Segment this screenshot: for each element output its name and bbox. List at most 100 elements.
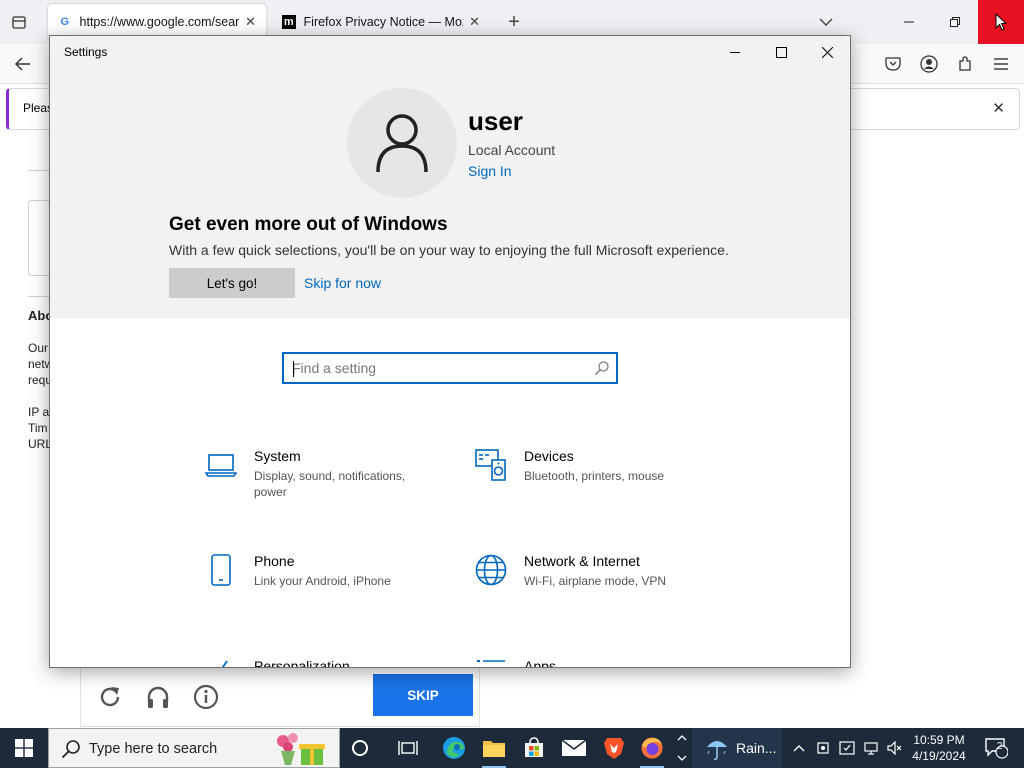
action-center-button[interactable]: 2 [976, 728, 1016, 768]
brush-icon [204, 658, 238, 667]
category-personalization[interactable]: Personalization [204, 658, 444, 668]
notification-icon [985, 738, 1008, 759]
phone-icon [204, 553, 238, 587]
category-system[interactable]: System Display, sound, notifications, po… [204, 448, 444, 508]
search-icon [594, 360, 610, 381]
account-banner: user Local Account Sign In Get even more… [50, 68, 850, 318]
user-icon [376, 114, 428, 173]
captcha-skip-button[interactable]: SKIP [373, 674, 473, 716]
menu-icon[interactable] [990, 54, 1012, 74]
promo-subtitle: With a few quick selections, you'll be o… [169, 242, 729, 258]
cortana-icon[interactable] [340, 728, 380, 768]
umbrella-rain-icon [707, 741, 727, 761]
microsoft-store-icon[interactable] [514, 728, 554, 768]
brave-icon[interactable] [594, 728, 634, 768]
tab-list-icon[interactable] [8, 12, 30, 32]
devices-icon [474, 448, 508, 482]
task-view-icon[interactable] [388, 728, 428, 768]
network-tray-icon[interactable] [860, 728, 882, 768]
body-text: IP a [28, 405, 50, 419]
file-explorer-icon[interactable] [474, 728, 514, 768]
captcha-controls: SKIP [80, 667, 480, 727]
lets-go-button[interactable]: Let's go! [169, 268, 295, 298]
category-title: Apps [524, 658, 556, 668]
account-username: user [468, 106, 523, 136]
mozilla-favicon-icon: m [282, 15, 296, 29]
laptop-icon [204, 448, 238, 482]
body-text: Tim [28, 421, 48, 435]
minimize-button[interactable] [712, 36, 758, 68]
browser-minimize-button[interactable] [886, 0, 932, 44]
new-tab-icon[interactable]: + [504, 11, 524, 33]
tab-title: Firefox Privacy Notice — Mozilla [303, 15, 464, 29]
clock-time: 10:59 PM [913, 733, 965, 747]
category-description: Display, sound, notifications, power [254, 469, 406, 499]
avatar[interactable] [347, 88, 457, 198]
security-tray-icon[interactable] [836, 728, 858, 768]
clock-date: 4/19/2024 [912, 749, 966, 763]
category-title: System [254, 448, 301, 464]
category-title: Network & Internet [524, 553, 640, 569]
weather-widget[interactable]: Rain... [692, 728, 782, 768]
show-hidden-icons-chevron-icon[interactable] [788, 728, 810, 768]
volume-muted-icon[interactable] [884, 728, 906, 768]
scroll-arrows-icon[interactable] [672, 728, 692, 768]
category-phone[interactable]: Phone Link your Android, iPhone [204, 553, 444, 613]
text-caret [293, 361, 294, 377]
notification-count: 2 [997, 741, 1003, 752]
category-description: Link your Android, iPhone [254, 574, 391, 588]
apps-icon [474, 658, 508, 667]
body-text: Our [28, 341, 49, 355]
flowers-gift-icon [277, 733, 325, 765]
google-favicon-icon: G [60, 16, 70, 28]
taskbar-search-placeholder: Type here to search [89, 741, 218, 757]
skip-for-now-link[interactable]: Skip for now [304, 275, 381, 291]
settings-search[interactable] [282, 352, 618, 384]
mail-icon[interactable] [554, 728, 594, 768]
maximize-button[interactable] [758, 36, 804, 68]
tab-title: https://www.google.com/search [79, 15, 240, 29]
headphones-icon[interactable] [143, 682, 173, 712]
window-title: Settings [64, 45, 108, 59]
taskbar: Type here to search Rain... 10:59 PM 4/1… [0, 728, 1024, 768]
settings-window: Settings user Local Account Sign In Get … [49, 35, 851, 668]
pocket-icon[interactable] [882, 54, 904, 74]
category-title: Personalization [254, 658, 350, 668]
search-icon [61, 740, 80, 759]
info-icon[interactable] [191, 682, 221, 712]
reload-icon[interactable] [95, 682, 125, 712]
category-title: Phone [254, 553, 295, 569]
globe-icon [474, 553, 508, 587]
weather-text: Rain... [736, 740, 777, 756]
category-apps[interactable]: Apps [474, 658, 714, 668]
sign-in-link[interactable]: Sign In [468, 163, 512, 179]
browser-close-button[interactable] [978, 0, 1024, 44]
promo-title: Get even more out of Windows [169, 214, 448, 235]
start-button[interactable] [0, 728, 48, 768]
category-devices[interactable]: Devices Bluetooth, printers, mouse [474, 448, 714, 508]
close-notification-icon[interactable]: ✕ [992, 99, 1005, 117]
search-input[interactable] [292, 358, 582, 378]
category-description: Bluetooth, printers, mouse [524, 469, 665, 483]
close-tab-icon[interactable]: ✕ [469, 14, 480, 30]
chevron-down-icon[interactable] [816, 12, 836, 32]
system-clock[interactable]: 10:59 PM 4/19/2024 [906, 732, 972, 764]
account-type: Local Account [468, 142, 556, 158]
close-tab-icon[interactable]: ✕ [245, 14, 256, 30]
close-button[interactable] [804, 36, 850, 68]
windows-logo-icon [15, 739, 33, 757]
firefox-icon[interactable] [632, 728, 672, 768]
browser-restore-button[interactable] [932, 0, 978, 44]
settings-titlebar[interactable]: Settings [50, 36, 850, 68]
category-network[interactable]: Network & Internet Wi-Fi, airplane mode,… [474, 553, 714, 613]
category-title: Devices [524, 448, 574, 464]
edge-icon[interactable] [434, 728, 474, 768]
back-arrow-icon[interactable] [12, 54, 34, 74]
taskbar-search-box[interactable]: Type here to search [48, 728, 340, 768]
divider [28, 296, 50, 297]
category-description: Wi-Fi, airplane mode, VPN [524, 574, 667, 588]
extensions-icon[interactable] [954, 54, 976, 74]
divider [28, 170, 50, 171]
account-icon[interactable] [918, 54, 940, 74]
device-tray-icon[interactable] [812, 728, 834, 768]
